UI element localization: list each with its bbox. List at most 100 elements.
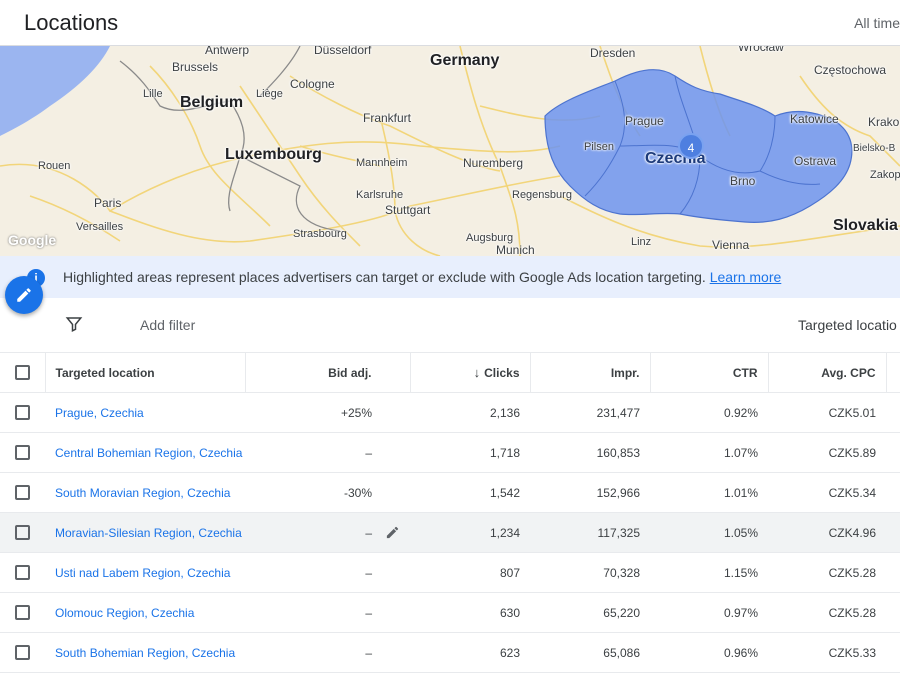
location-link[interactable]: Prague, Czechia (55, 406, 144, 420)
pencil-icon (17, 288, 31, 302)
header-clicks[interactable]: ↓ Clicks (410, 352, 531, 393)
row-spacer (886, 472, 900, 513)
bid-adj-value: – (365, 605, 372, 620)
map-label-brussels: Brussels (172, 60, 219, 74)
row-select-cell (0, 432, 45, 473)
header-bid-adj[interactable]: Bid adj. (245, 352, 411, 393)
map-cluster-marker[interactable]: 4 (678, 133, 704, 159)
location-cell: South Bohemian Region, Czechia (45, 632, 245, 673)
clicks-cell: 1,542 (410, 472, 530, 513)
edit-bid-icon[interactable] (385, 525, 400, 540)
bid-adj-value: – (365, 565, 372, 580)
row-checkbox[interactable] (15, 525, 30, 541)
bid-adj-value: – (365, 445, 372, 460)
row-select-cell (0, 552, 45, 593)
location-cell: Usti nad Labem Region, Czechia (45, 552, 245, 593)
location-map[interactable]: Germany Belgium Luxembourg Slovakia Czec… (0, 46, 900, 256)
map-label-cologne: Cologne (290, 77, 335, 91)
location-cell: Olomouc Region, Czechia (45, 592, 245, 633)
row-checkbox[interactable] (15, 405, 30, 421)
sea-area (0, 46, 110, 136)
header-avg-cpc[interactable]: Avg. CPC (768, 352, 887, 393)
row-checkbox[interactable] (15, 645, 30, 661)
date-range-selector[interactable]: All time (854, 15, 900, 31)
map-label-zakopane: Zakop (870, 169, 900, 181)
bid-adj-value: +25% (340, 405, 372, 420)
map-canvas (0, 46, 900, 256)
table-row[interactable]: Moravian-Silesian Region, Czechia –1,234 1… (0, 512, 900, 553)
impr-cell: 160,853 (530, 432, 650, 473)
page-header: Locations All time (0, 0, 900, 46)
map-label-krakow: Krako (868, 115, 900, 129)
map-label-pilsen: Pilsen (584, 141, 614, 153)
row-select-cell (0, 632, 45, 673)
row-checkbox[interactable] (15, 485, 30, 501)
row-checkbox[interactable] (15, 605, 30, 621)
table-row[interactable]: Prague, Czechia +25% 2,136 231,477 0.92% CZK5… (0, 392, 900, 433)
location-link[interactable]: South Bohemian Region, Czechia (55, 646, 235, 660)
filter-icon[interactable] (65, 315, 83, 333)
targeted-locations-dropdown[interactable]: Targeted locatio (798, 317, 897, 333)
bid-adj-cell[interactable]: – (245, 552, 410, 593)
row-spacer (886, 392, 900, 433)
map-label-vienna: Vienna (712, 238, 750, 252)
avg-cpc-cell: CZK5.28 (768, 552, 886, 593)
borders (119, 46, 341, 232)
location-cell: Moravian-Silesian Region, Czechia (45, 512, 245, 553)
map-label-slovakia: Slovakia (833, 217, 898, 234)
info-text: Highlighted areas represent places adver… (63, 269, 781, 285)
map-label-frankfurt: Frankfurt (363, 111, 412, 125)
bid-adj-cell[interactable]: – (245, 512, 410, 553)
map-label-linz: Linz (631, 236, 652, 248)
map-label-wroclaw: Wrocław (738, 46, 784, 54)
filter-bar: Add filter Targeted locatio (0, 298, 900, 352)
impr-cell: 152,966 (530, 472, 650, 513)
table-header-row: Targeted location Bid adj. ↓ Clicks Impr.… (0, 352, 900, 393)
ctr-cell: 0.96% (650, 632, 768, 673)
add-filter-button[interactable]: Add filter (140, 317, 195, 333)
header-targeted-location[interactable]: Targeted location (45, 352, 246, 393)
location-link[interactable]: Olomouc Region, Czechia (55, 606, 194, 620)
impr-cell: 65,220 (530, 592, 650, 633)
map-label-regensburg: Regensburg (512, 189, 572, 201)
avg-cpc-cell: CZK5.28 (768, 592, 886, 633)
row-checkbox[interactable] (15, 565, 30, 581)
page-title: Locations (24, 10, 119, 35)
location-link[interactable]: Usti nad Labem Region, Czechia (55, 566, 230, 580)
location-link[interactable]: South Moravian Region, Czechia (55, 486, 230, 500)
map-label-prague: Prague (625, 114, 664, 128)
header-ctr[interactable]: CTR (650, 352, 769, 393)
table-row[interactable]: Usti nad Labem Region, Czechia – 807 70,328… (0, 552, 900, 593)
learn-more-link[interactable]: Learn more (710, 269, 782, 285)
clicks-cell: 623 (410, 632, 530, 673)
location-link[interactable]: Moravian-Silesian Region, Czechia (55, 526, 242, 540)
map-label-versailles: Versailles (76, 221, 124, 233)
bid-adj-cell[interactable]: – (245, 592, 410, 633)
bid-adj-cell[interactable]: – (245, 432, 410, 473)
edit-locations-button[interactable] (5, 276, 43, 314)
select-all-checkbox[interactable] (14, 365, 30, 381)
impr-cell: 117,325 (530, 512, 650, 553)
bid-adj-cell[interactable]: +25% (245, 392, 410, 433)
location-link[interactable]: Central Bohemian Region, Czechia (55, 446, 242, 460)
table-row[interactable]: South Bohemian Region, Czechia – 623 65,086… (0, 632, 900, 673)
table-row[interactable]: Olomouc Region, Czechia – 630 65,220 0.97% CZ… (0, 592, 900, 633)
row-checkbox[interactable] (15, 445, 30, 461)
avg-cpc-cell: CZK5.33 (768, 632, 886, 673)
clicks-cell: 1,234 (410, 512, 530, 553)
map-label-stuttgart: Stuttgart (385, 203, 431, 217)
bid-adj-cell[interactable]: -30% (245, 472, 410, 513)
table-row[interactable]: South Moravian Region, Czechia -30% 1,542 1… (0, 472, 900, 513)
bid-adj-cell[interactable]: – (245, 632, 410, 673)
impr-cell: 70,328 (530, 552, 650, 593)
row-select-cell (0, 472, 45, 513)
location-cell: South Moravian Region, Czechia (45, 472, 245, 513)
info-banner: Highlighted areas represent places adver… (0, 256, 900, 298)
map-label-rouen: Rouen (38, 160, 71, 172)
row-spacer (886, 632, 900, 673)
avg-cpc-cell: CZK5.89 (768, 432, 886, 473)
map-label-lille: Lille (143, 88, 163, 100)
table-row[interactable]: Central Bohemian Region, Czechia – 1,718 16… (0, 432, 900, 473)
map-label-strasbourg: Strasbourg (293, 228, 347, 240)
header-impr[interactable]: Impr. (530, 352, 651, 393)
